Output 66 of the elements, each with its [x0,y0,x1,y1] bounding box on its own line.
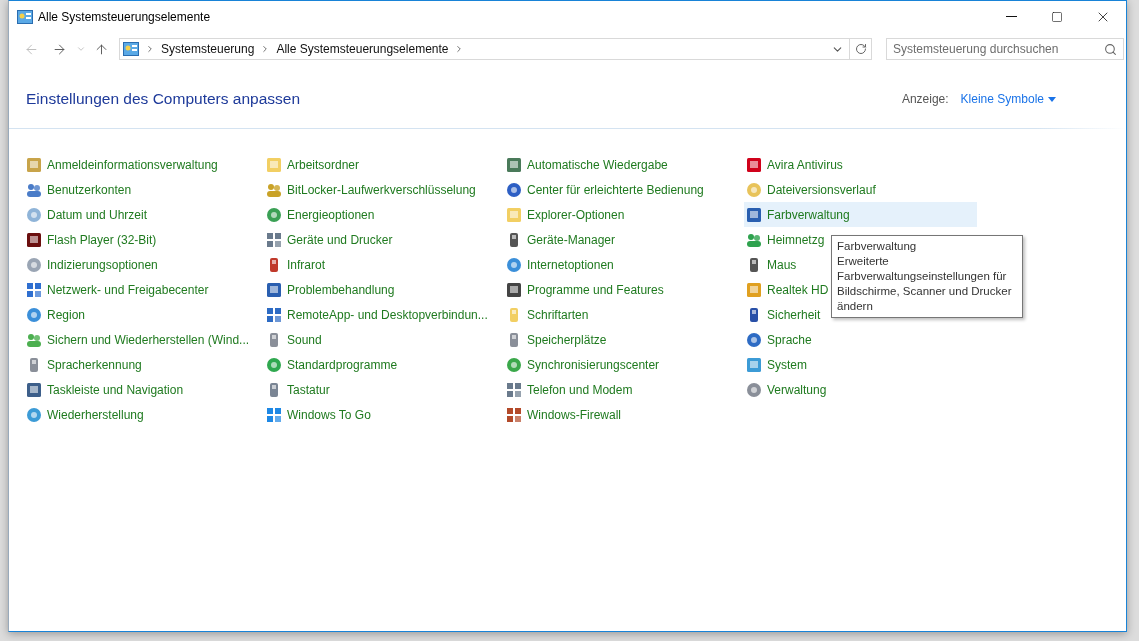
control-panel-item[interactable]: Infrarot [264,252,325,277]
control-panel-item[interactable]: Synchronisierungscenter [504,352,660,377]
control-panel-item[interactable]: Geräte-Manager [504,227,616,252]
control-panel-icon [123,42,139,56]
control-panel-item[interactable]: Telefon und Modem [504,377,633,402]
search-icon [1104,42,1117,56]
control-panel-item[interactable]: Anmeldeinformationsverwaltung [24,152,218,177]
chevron-icon [145,44,155,54]
caret-icon [1048,96,1056,102]
control-panel-item[interactable]: Taskleiste und Navigation [24,377,184,402]
back-arrow-icon [23,41,39,57]
users-icon [26,181,42,198]
control-panel-item[interactable]: Geräte und Drucker [264,227,393,252]
window-title: Alle Systemsteuerungselemente [38,9,212,24]
control-panel-item[interactable]: Sprache [744,327,812,352]
control-panel-item[interactable]: Windows To Go [264,402,371,427]
control-panel-item[interactable]: Spracherkennung [24,352,142,377]
control-panel-item[interactable]: Wiederherstellung [24,402,144,427]
control-panel-item[interactable]: Indizierungsoptionen [24,252,158,277]
control-panel-icon [17,9,33,24]
control-panel-item[interactable]: Datum und Uhrzeit [24,202,148,227]
view-dropdown[interactable]: Kleine Symbole [960,92,1056,106]
forward-arrow-icon [51,41,67,57]
control-panel-item[interactable]: Tastatur [264,377,330,402]
control-panel-item[interactable]: Netzwerk- und Freigabecenter [24,277,209,302]
control-panel-item[interactable]: Maus [744,252,797,277]
control-panel-item[interactable]: RemoteApp- und Desktopverbindun... [264,302,488,327]
control-panel-item[interactable]: Problembehandlung [264,277,395,302]
view-label: Anzeige: [901,92,949,106]
control-panel-item[interactable]: Flash Player (32-Bit) [24,227,157,252]
control-panel-item[interactable]: Avira Antivirus [744,152,843,177]
control-panel-item[interactable]: Windows-Firewall [504,402,621,427]
control-panel-item[interactable]: Region [24,302,86,327]
tooltip-title: Farbverwaltung [837,239,918,254]
control-panel-item[interactable]: Center für erleichterte Bedienung [504,177,704,202]
control-panel-item[interactable]: Sichern und Wiederherstellen (Wind... [24,327,250,352]
control-panel-item[interactable]: Standardprogramme [264,352,398,377]
control-panel-item[interactable]: Arbeitsordner [264,152,360,177]
search-field[interactable]: Systemsteuerung durchsuchen [886,38,1124,60]
control-panel-item[interactable]: Explorer-Optionen [504,202,625,227]
windows-icon [266,406,282,423]
control-panel-item[interactable]: Energieoptionen [264,202,375,227]
control-panel-item[interactable]: Farbverwaltung [744,202,977,227]
control-panel-item[interactable]: Internetoptionen [504,252,614,277]
control-panel-item[interactable]: Automatische Wiedergabe [504,152,668,177]
page-heading: Einstellungen des Computers anpassen [26,90,301,108]
control-panel-item[interactable]: System [744,352,807,377]
control-panel-item[interactable]: Benutzerkonten [24,177,132,202]
maximize-icon [1051,10,1063,23]
address-bar[interactable]: Systemsteuerung Alle Systemsteuerungselemente [119,38,872,60]
control-panel-item[interactable]: Speicherplätze [504,327,607,352]
minimize-icon [1005,16,1017,17]
refresh-icon [854,43,867,55]
control-panel-item[interactable]: Verwaltung [744,377,827,402]
breadcrumb-link[interactable]: Systemsteuerung [155,42,261,56]
chevron-down-icon [76,44,86,54]
control-panel-item[interactable]: Programme und Features [504,277,664,302]
control-panel-item[interactable]: Sicherheit [744,302,821,327]
control-panel-item[interactable]: Sound [264,327,322,352]
tooltip-text: Erweiterte Farbverwaltungseinstellungen für Bildschirme, Scanner und Drucker ändern [837,254,1013,314]
control-panel-item[interactable]: Dateiversionsverlauf [744,177,876,202]
breadcrumb-link[interactable]: Alle Systemsteuerungselemente [270,42,455,56]
control-panel-item[interactable]: Heimnetzg [744,227,825,252]
control-panel-item[interactable]: BitLocker-Laufwerkverschlüsselung [264,177,476,202]
control-panel-item[interactable]: Schriftarten [504,302,589,327]
control-panel-item[interactable]: Realtek HD [744,277,829,302]
